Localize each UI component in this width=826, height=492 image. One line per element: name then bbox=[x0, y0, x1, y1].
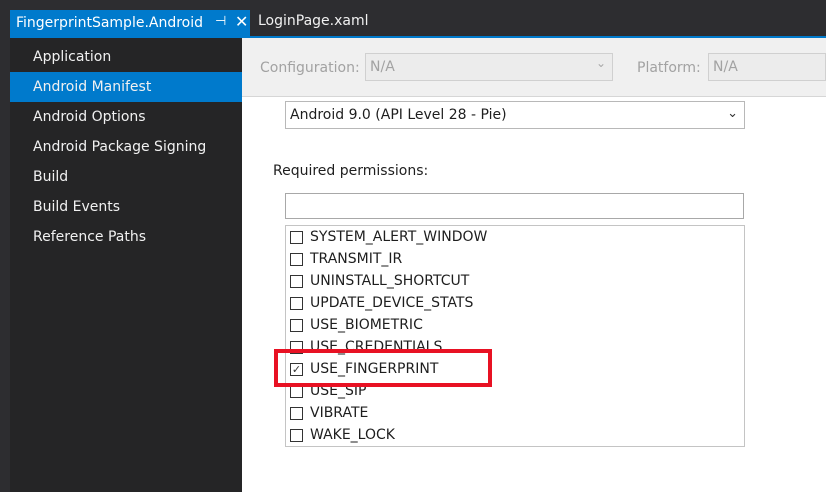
sidebar-item-reference-paths[interactable]: Reference Paths bbox=[10, 222, 242, 252]
list-item[interactable]: SYSTEM_ALERT_WINDOW bbox=[286, 227, 720, 249]
sidebar-item-android-options[interactable]: Android Options bbox=[10, 102, 242, 132]
permission-name: VIBRATE bbox=[310, 405, 369, 421]
configuration-value: N/A bbox=[370, 59, 395, 75]
permission-name: UNINSTALL_SHORTCUT bbox=[310, 273, 470, 289]
document-tab-bar: FingerprintSample.Android ⊣ ✕ LoginPage.… bbox=[0, 0, 826, 38]
checkbox[interactable] bbox=[290, 297, 303, 310]
permission-name: UPDATE_DEVICE_STATS bbox=[310, 295, 474, 311]
highlight-box bbox=[274, 349, 492, 387]
configuration-bar: Configuration: N/A ⌄ Platform: N/A bbox=[242, 38, 826, 97]
sidebar-item-label: Build Events bbox=[33, 199, 120, 215]
sidebar-item-label: Android Options bbox=[33, 109, 146, 125]
platform-label: Platform: bbox=[637, 60, 701, 76]
checkbox[interactable] bbox=[290, 407, 303, 420]
checkbox[interactable] bbox=[290, 275, 303, 288]
chevron-down-icon: ⌄ bbox=[595, 56, 606, 70]
list-item[interactable]: VIBRATE bbox=[286, 403, 720, 425]
list-item[interactable]: UNINSTALL_SHORTCUT bbox=[286, 271, 720, 293]
api-level-value: Android 9.0 (API Level 28 - Pie) bbox=[290, 107, 507, 123]
sidebar-item-label: Application bbox=[33, 49, 112, 65]
configuration-dropdown[interactable]: N/A ⌄ bbox=[365, 53, 613, 81]
tab-fingerprintsample-android[interactable]: FingerprintSample.Android ⊣ ✕ bbox=[10, 10, 250, 36]
list-item[interactable]: UPDATE_DEVICE_STATS bbox=[286, 293, 720, 315]
close-icon[interactable]: ✕ bbox=[235, 12, 248, 31]
required-permissions-label: Required permissions: bbox=[273, 163, 429, 179]
list-item[interactable]: WAKE_LOCK bbox=[286, 425, 720, 446]
permissions-list: SYSTEM_ALERT_WINDOW TRANSMIT_IR UNINSTAL… bbox=[285, 225, 745, 447]
platform-value: N/A bbox=[713, 59, 738, 75]
permission-name: WAKE_LOCK bbox=[310, 427, 395, 443]
sidebar-item-application[interactable]: Application bbox=[10, 42, 242, 72]
configuration-label: Configuration: bbox=[260, 60, 360, 76]
target-api-level-dropdown[interactable]: Android 9.0 (API Level 28 - Pie) ⌄ bbox=[285, 101, 745, 129]
permission-name: USE_BIOMETRIC bbox=[310, 317, 423, 333]
permissions-filter-input[interactable] bbox=[285, 193, 744, 219]
checkbox[interactable] bbox=[290, 253, 303, 266]
platform-dropdown[interactable]: N/A bbox=[708, 53, 826, 81]
sidebar-item-label: Reference Paths bbox=[33, 229, 146, 245]
sidebar-item-build-events[interactable]: Build Events bbox=[10, 192, 242, 222]
sidebar-item-label: Build bbox=[33, 169, 69, 185]
manifest-content-panel: Configuration: N/A ⌄ Platform: N/A Andro… bbox=[242, 38, 826, 492]
chevron-down-icon: ⌄ bbox=[727, 106, 738, 121]
list-item[interactable]: TRANSMIT_IR bbox=[286, 249, 720, 271]
permission-name: SYSTEM_ALERT_WINDOW bbox=[310, 229, 488, 245]
checkbox[interactable] bbox=[290, 231, 303, 244]
sidebar-item-label: Android Manifest bbox=[33, 79, 152, 95]
sidebar-item-android-package-signing[interactable]: Android Package Signing bbox=[10, 132, 242, 162]
tab-loginpage-xaml[interactable]: LoginPage.xaml bbox=[258, 13, 369, 29]
pin-icon[interactable]: ⊣ bbox=[215, 14, 226, 29]
tab-title: FingerprintSample.Android bbox=[16, 15, 204, 31]
list-item[interactable]: USE_BIOMETRIC bbox=[286, 315, 720, 337]
permission-name: TRANSMIT_IR bbox=[310, 251, 403, 267]
checkbox[interactable] bbox=[290, 319, 303, 332]
checkbox[interactable] bbox=[290, 429, 303, 442]
sidebar-item-android-manifest[interactable]: Android Manifest bbox=[10, 72, 249, 102]
sidebar-item-build[interactable]: Build bbox=[10, 162, 242, 192]
sidebar-item-label: Android Package Signing bbox=[33, 139, 207, 155]
